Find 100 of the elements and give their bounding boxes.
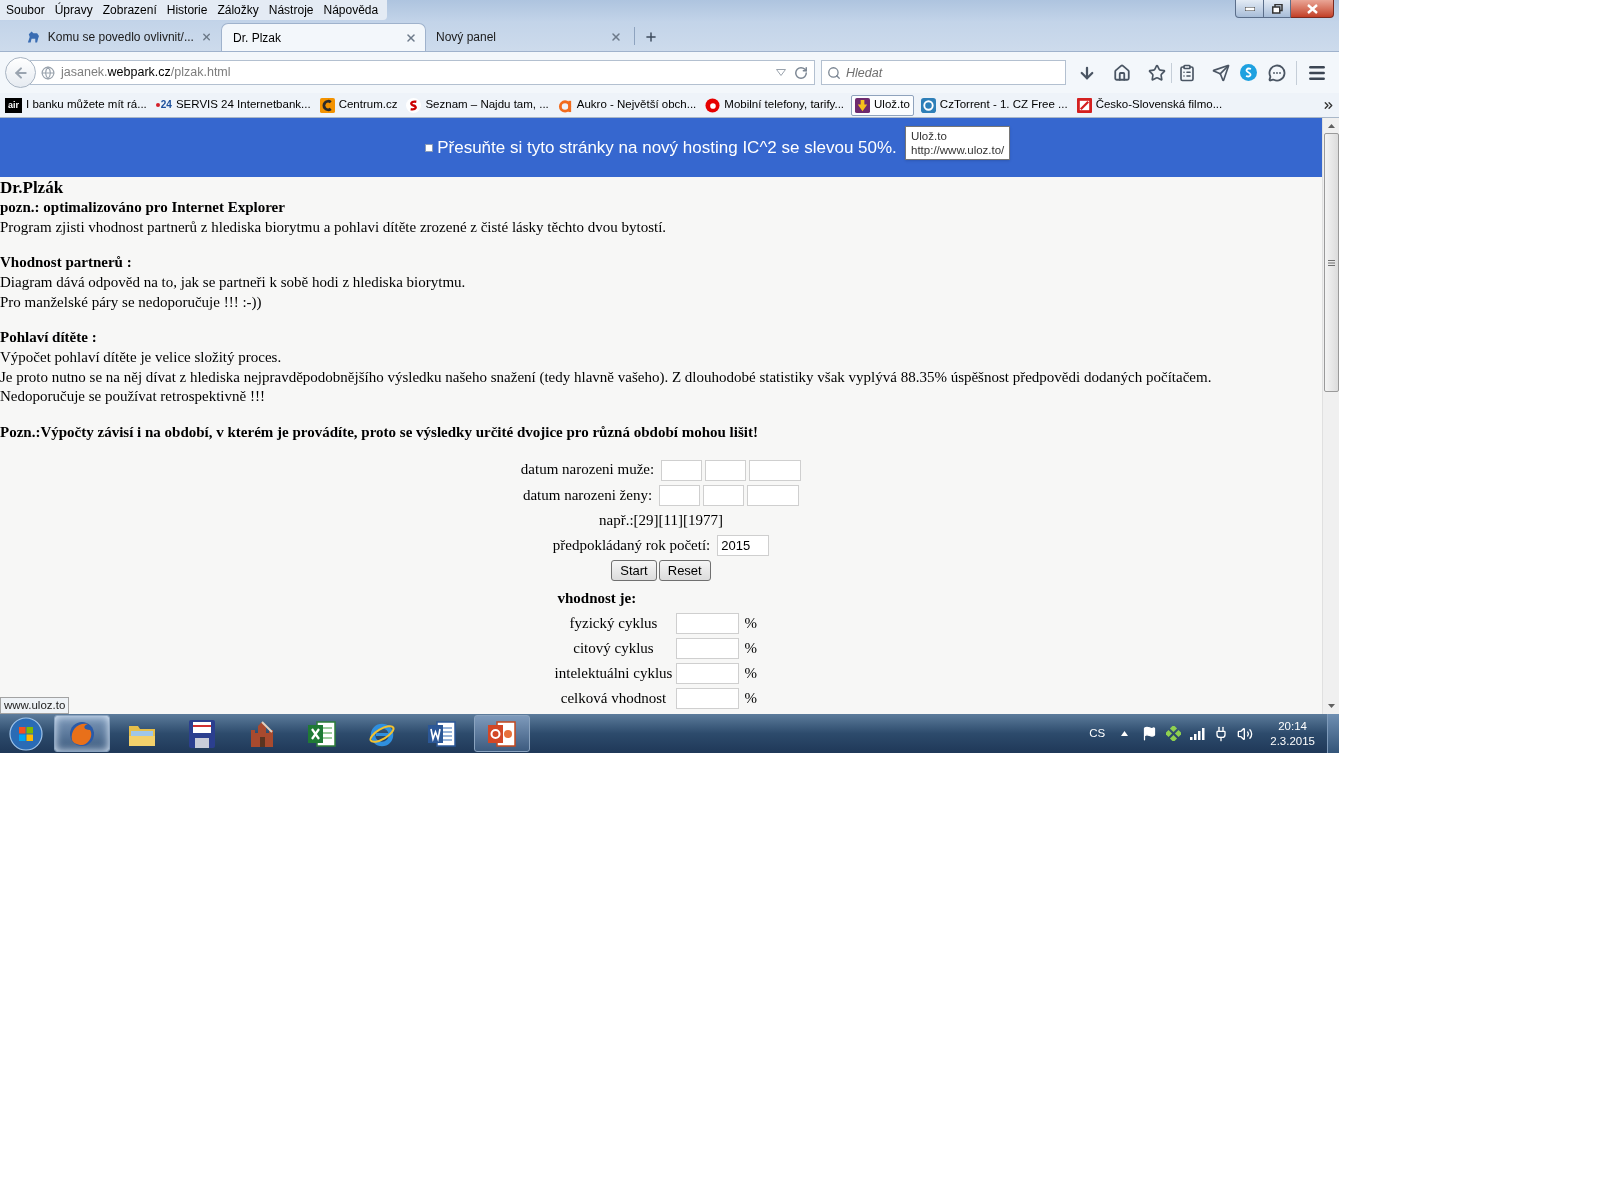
- menu-item[interactable]: Nástroje: [263, 0, 319, 20]
- flag-icon[interactable]: [1142, 726, 1158, 741]
- close-icon[interactable]: [405, 31, 417, 44]
- taskbar-button[interactable]: [474, 715, 530, 752]
- intro-text: Program zjisti vhodnost partnerů z hlediska biorytmu a pohlavi dítěte zrozené z čisté lásky těchto dvou bytostí.: [0, 217, 668, 237]
- film-tile-icon: [1076, 97, 1092, 113]
- browser-tab[interactable]: Komu se povedlo ovlivnit/...: [16, 23, 221, 51]
- star-icon[interactable]: [1148, 63, 1166, 82]
- scroll-up-arrow-icon[interactable]: [1327, 124, 1335, 128]
- home-icon[interactable]: [1113, 63, 1131, 82]
- circle-icon: [705, 97, 721, 113]
- link-preview: www.uloz.to: [0, 697, 70, 714]
- close-icon[interactable]: [200, 31, 212, 43]
- swirl-icon: [406, 97, 422, 113]
- restore-button[interactable]: [1264, 0, 1291, 18]
- page-title: Dr.Plzák: [0, 177, 65, 198]
- new-tab-icon[interactable]: [644, 30, 658, 44]
- clipboard-icon[interactable]: [1178, 63, 1196, 82]
- bookmark[interactable]: Česko-Slovenská filmo...: [1074, 94, 1225, 116]
- paper-plane-icon[interactable]: [1212, 63, 1230, 82]
- field-label: datum narozeni muže:: [520, 460, 655, 480]
- bookmark[interactable]: Mobilní telefony, tarify...: [703, 94, 847, 116]
- squares-icon[interactable]: [1166, 726, 1182, 741]
- year-input-field[interactable]: 2015: [717, 534, 770, 556]
- date-input-field[interactable]: [747, 485, 800, 507]
- bookmark[interactable]: Seznam – Najdu tam, ...: [404, 94, 551, 116]
- search-field[interactable]: Hledat: [821, 60, 1066, 85]
- browser-tab[interactable]: Nový panel: [426, 23, 631, 51]
- circle-logo-icon[interactable]: [1240, 64, 1257, 81]
- square-bullet-icon: [425, 143, 434, 152]
- percent-unit: %: [744, 639, 757, 659]
- scrollbar[interactable]: [1322, 118, 1339, 714]
- globe-icon: [41, 65, 55, 80]
- spreadsheet-icon: [308, 720, 336, 747]
- arrow-tile-icon: [855, 97, 871, 113]
- tooltip-url: http://www.uloz.to/: [911, 143, 1005, 157]
- close-window-button[interactable]: [1291, 0, 1334, 18]
- date-input-field[interactable]: [703, 485, 745, 507]
- result-input-field[interactable]: [675, 638, 739, 660]
- close-icon[interactable]: [610, 31, 622, 43]
- result-input-field[interactable]: [675, 688, 739, 710]
- result-input-field[interactable]: [675, 663, 739, 685]
- bookmark[interactable]: Centrum.cz: [317, 94, 400, 116]
- scrollbar-thumb[interactable]: [1323, 133, 1339, 392]
- result-label: citový cyklus: [573, 639, 654, 659]
- ring-bar-icon: [557, 97, 573, 113]
- form-button[interactable]: Reset: [658, 559, 711, 581]
- body-text: Je proto nutno se na něj dívat z hlediska nejpravděpodobnějšího výsledku našeho snažení (tedy hlavně vašeho). Z dlouhodobé statistiky však vyplývá 88.35% úspěšnost předpovědi dodaných počítačem.: [0, 367, 1213, 387]
- date-input-field[interactable]: [705, 459, 747, 481]
- menu-item[interactable]: Historie: [161, 0, 213, 20]
- percent-unit: %: [744, 689, 757, 709]
- banner-link[interactable]: Přesuňte si tyto stránky na nový hosting IC^2 se slevou 50%.: [437, 134, 897, 161]
- show-desktop-button[interactable]: [1327, 714, 1339, 753]
- menu-item[interactable]: Nápověda: [318, 0, 384, 20]
- close-icon: [1306, 3, 1318, 14]
- signal-bars-icon[interactable]: [1190, 727, 1206, 740]
- tooltip-title: Ulož.to: [911, 129, 948, 143]
- language-indicator[interactable]: CS: [1089, 724, 1106, 743]
- result-label: celková vhodnost: [560, 689, 667, 709]
- menu-item[interactable]: Úpravy: [49, 0, 98, 20]
- results-heading: vhodnost je:: [557, 589, 637, 609]
- date-input-field[interactable]: [749, 459, 802, 481]
- result-input-field[interactable]: [675, 613, 739, 635]
- chat-icon[interactable]: [1268, 63, 1286, 82]
- text-logo: 24: [155, 97, 172, 113]
- browser-tab[interactable]: Dr. Plzak: [221, 23, 426, 51]
- minimize-icon: [1244, 6, 1255, 11]
- field-label: předpokládaný rok početí:: [552, 535, 711, 555]
- speaker-icon[interactable]: [1237, 725, 1254, 742]
- start-button[interactable]: [9, 716, 43, 751]
- body-text: Pro manželské páry se nedoporučuje !!! :-)): [0, 292, 263, 312]
- bookmark[interactable]: Aukro - Největší obch...: [555, 94, 699, 116]
- result-label: fyzický cyklus: [569, 614, 658, 634]
- reload-icon[interactable]: [794, 65, 808, 80]
- clock-button[interactable]: 20:14 2.3.2015: [1270, 718, 1315, 749]
- menu-item[interactable]: Zobrazení: [97, 0, 162, 20]
- date-input-field[interactable]: [661, 459, 703, 481]
- dropdown-triangle-icon[interactable]: [776, 69, 786, 76]
- bookmark[interactable]: CzTorrent - 1. CZ Free ...: [918, 94, 1070, 116]
- result-label: intelektuálni cyklus: [554, 664, 673, 684]
- scroll-down-arrow-icon[interactable]: [1327, 704, 1335, 708]
- body-text: Nedoporučuje se používat retrospektivně !!!: [0, 387, 266, 407]
- bookmark[interactable]: 24 SERVIS 24 Internetbank...: [153, 94, 313, 116]
- triangle-up-icon[interactable]: [1121, 731, 1129, 736]
- warning-text: Pozn.:Výpočty závisí i na období, v kterém je provádíte, proto se výsledky určité dvojice pro různá období mohou lišit!: [0, 422, 759, 442]
- date-input-field[interactable]: [659, 485, 701, 507]
- orb-icon: [9, 716, 43, 751]
- bookmark[interactable]: air I banku můžete mít rá...: [3, 94, 149, 116]
- fox-globe-icon: [68, 719, 96, 748]
- bookmark[interactable]: Ulož.to: [851, 94, 914, 116]
- form-button[interactable]: Start: [611, 559, 657, 581]
- minimize-button[interactable]: [1235, 0, 1264, 18]
- text-logo: air: [5, 97, 22, 113]
- restore-icon: [1271, 3, 1283, 14]
- menu-item[interactable]: Záložky: [212, 0, 264, 20]
- menu-item[interactable]: Soubor: [1, 0, 50, 20]
- address-field[interactable]: jasanek.webpark.cz/plzak.html: [30, 60, 815, 85]
- field-label: datum narozeni ženy:: [522, 485, 653, 505]
- presentation-icon: [488, 720, 516, 747]
- ring-tile-icon: [920, 97, 936, 113]
